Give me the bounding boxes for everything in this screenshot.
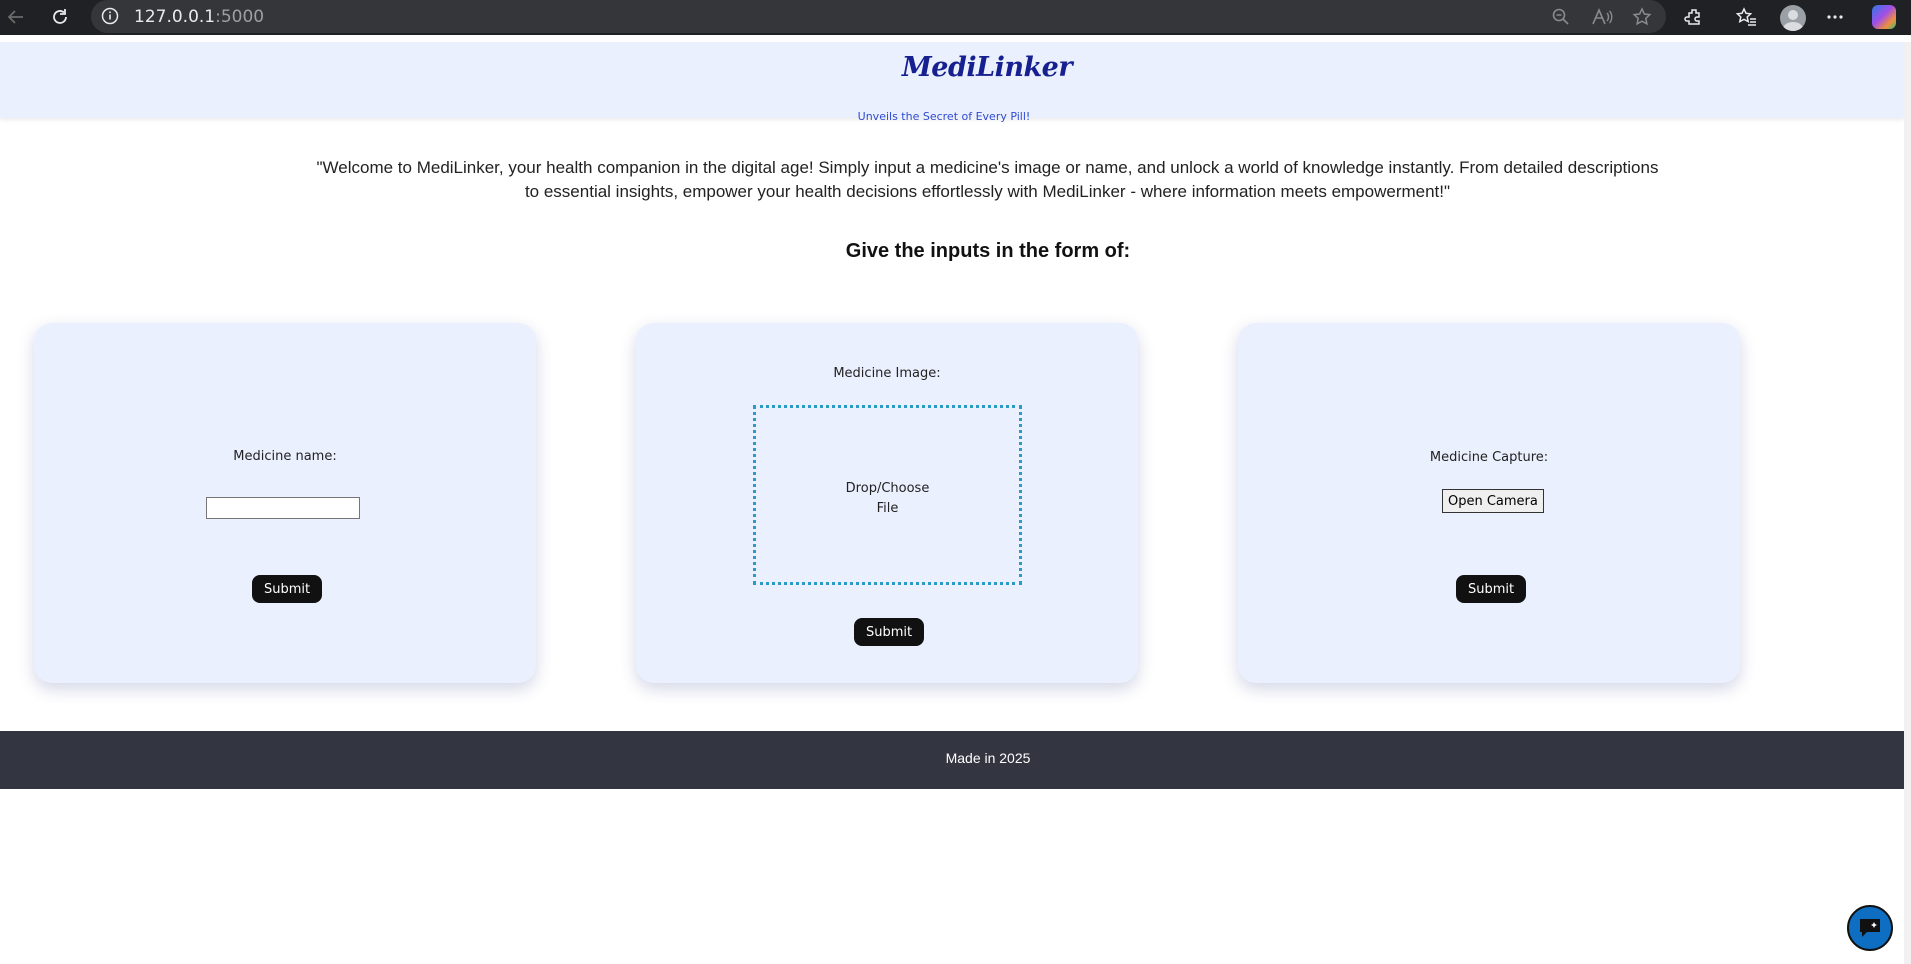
medicine-name-input[interactable] bbox=[206, 497, 360, 519]
submit-name-button[interactable]: Submit bbox=[252, 575, 323, 603]
open-camera-button[interactable]: Open Camera bbox=[1442, 489, 1544, 513]
url-port: :5000 bbox=[215, 7, 265, 27]
page-content: MediLinker Unveils the Secret of Every P… bbox=[0, 42, 1904, 964]
more-menu-icon[interactable] bbox=[1823, 5, 1847, 29]
dropzone-text-line2: File bbox=[876, 501, 899, 516]
site-tagline: Unveils the Secret of Every Pill! bbox=[857, 110, 1031, 123]
site-info-icon[interactable] bbox=[101, 7, 119, 29]
reload-icon[interactable] bbox=[48, 5, 72, 29]
zoom-icon[interactable] bbox=[1549, 5, 1573, 29]
browser-toolbar: 127.0.0.1:5000 bbox=[0, 0, 1911, 35]
favorite-star-icon[interactable] bbox=[1630, 5, 1654, 29]
submit-capture-button[interactable]: Submit bbox=[1456, 575, 1527, 603]
back-arrow-icon[interactable] bbox=[4, 5, 28, 29]
chat-button[interactable] bbox=[1847, 905, 1893, 951]
card-medicine-capture: Medicine Capture: Open Camera Submit bbox=[1238, 323, 1740, 683]
card-medicine-name: Medicine name: Submit bbox=[34, 323, 536, 683]
dropzone-text-line1: Drop/Choose bbox=[845, 481, 930, 496]
copilot-icon[interactable] bbox=[1872, 5, 1896, 29]
medicine-name-label: Medicine name: bbox=[233, 449, 337, 464]
intro-text: "Welcome to MediLinker, your health comp… bbox=[316, 158, 1659, 201]
site-header: MediLinker Unveils the Secret of Every P… bbox=[0, 42, 1904, 123]
footer-text: Made in 2025 bbox=[945, 750, 1031, 766]
site-logo[interactable]: MediLinker bbox=[0, 52, 1911, 83]
address-bar[interactable]: 127.0.0.1:5000 bbox=[91, 0, 1666, 33]
card-medicine-image: Medicine Image: Drop/Choose File Submit bbox=[636, 323, 1138, 683]
extensions-icon[interactable] bbox=[1682, 5, 1706, 29]
profile-avatar-icon bbox=[1780, 5, 1806, 31]
page-scrollbar[interactable] bbox=[1904, 42, 1911, 964]
file-dropzone[interactable]: Drop/Choose File bbox=[753, 405, 1022, 585]
section-title: Give the inputs in the form of: bbox=[845, 240, 1131, 262]
profile-avatar[interactable] bbox=[1778, 3, 1808, 33]
chat-icon bbox=[1860, 919, 1880, 937]
copilot-logo bbox=[1872, 5, 1896, 29]
site-footer: Made in 2025 bbox=[0, 731, 1904, 789]
favorites-icon[interactable] bbox=[1734, 5, 1758, 29]
medicine-image-label: Medicine Image: bbox=[833, 366, 941, 381]
dropzone-text: Drop/Choose File bbox=[756, 479, 1019, 519]
submit-image-button[interactable]: Submit bbox=[854, 618, 925, 646]
medicine-capture-label: Medicine Capture: bbox=[1429, 450, 1549, 465]
url-text[interactable]: 127.0.0.1:5000 bbox=[134, 7, 264, 27]
read-aloud-icon[interactable] bbox=[1590, 5, 1614, 29]
url-host: 127.0.0.1 bbox=[134, 7, 216, 27]
